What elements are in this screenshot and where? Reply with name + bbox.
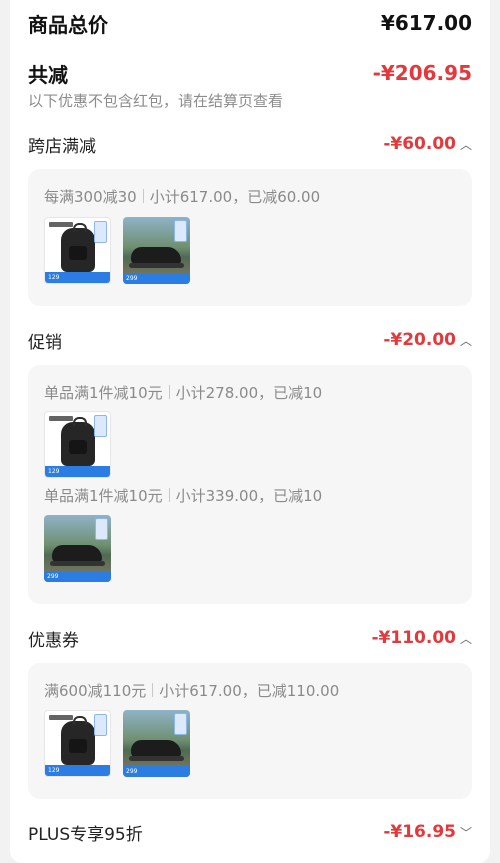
divider bbox=[168, 385, 170, 399]
rule-text: 单品满1件减10元 小计339.00，已减10 bbox=[44, 485, 322, 506]
price-strip: 129 bbox=[45, 765, 110, 776]
section-card-promotion: 单品满1件减10元 小计278.00，已减10 129 单品满1件减10元 小计33… bbox=[28, 365, 472, 604]
promo-tag bbox=[174, 713, 187, 735]
section-header-cross-store[interactable]: 跨店满减 -¥60.00 ︿ bbox=[28, 130, 472, 158]
brand-logo bbox=[49, 715, 73, 720]
rule-subtotal: 小计617.00，已减110.00 bbox=[159, 682, 340, 700]
discount-note: 以下优惠不包含红包，请在结算页查看 bbox=[28, 92, 284, 110]
section-card-cross-store: 每满300减30 小计617.00，已减60.00 129 299 bbox=[28, 169, 472, 306]
product-thumb-backpack[interactable]: 129 bbox=[44, 217, 111, 284]
chevron-up-icon[interactable]: ︿ bbox=[460, 332, 472, 349]
price-strip: 129 bbox=[45, 466, 110, 477]
section-title: 优惠券 bbox=[28, 630, 79, 651]
promo-tag bbox=[174, 220, 187, 242]
section-amount-value: -¥20.00 bbox=[383, 330, 456, 350]
promo-tag bbox=[94, 415, 107, 437]
discount-detail-panel: 商品总价 ¥617.00 共减 -¥206.95 以下优惠不包含红包，请在结算页… bbox=[10, 0, 490, 863]
shoe-image bbox=[50, 545, 105, 566]
brand-logo bbox=[49, 416, 73, 421]
chevron-up-icon[interactable]: ︿ bbox=[460, 630, 472, 647]
section-amount-value: -¥110.00 bbox=[371, 628, 457, 648]
price-strip: 299 bbox=[123, 766, 190, 777]
product-thumb-backpack[interactable]: 129 bbox=[44, 710, 111, 777]
brand-logo bbox=[49, 222, 73, 227]
product-thumb-shoe[interactable]: 299 bbox=[44, 515, 111, 582]
rule-subtotal: 小计278.00，已减10 bbox=[175, 384, 323, 402]
price-strip: 129 bbox=[45, 272, 110, 283]
section-amount: -¥20.00 ︿ bbox=[383, 330, 472, 350]
backpack-image bbox=[61, 223, 95, 272]
backpack-image bbox=[61, 716, 95, 765]
promo-tag bbox=[95, 518, 108, 540]
chevron-up-icon[interactable]: ︿ bbox=[460, 136, 472, 153]
rule-subtotal: 小计339.00，已减10 bbox=[175, 487, 323, 505]
rule-condition: 每满300减30 bbox=[44, 188, 137, 206]
total-label: 商品总价 bbox=[28, 12, 108, 37]
product-thumbnails: 129 bbox=[44, 411, 111, 478]
rule-text: 单品满1件减10元 小计278.00，已减10 bbox=[44, 382, 322, 403]
rule-condition: 满600减110元 bbox=[44, 682, 147, 700]
divider bbox=[168, 488, 170, 502]
rule-condition: 单品满1件减10元 bbox=[44, 384, 163, 402]
product-thumbnails: 129 299 bbox=[44, 217, 190, 284]
rule-text: 每满300减30 小计617.00，已减60.00 bbox=[44, 186, 320, 207]
rule-condition: 单品满1件减10元 bbox=[44, 487, 163, 505]
section-header-plus[interactable]: PLUS专享95折 -¥16.95 ﹀ bbox=[28, 818, 472, 846]
total-value: ¥617.00 bbox=[380, 11, 472, 35]
divider bbox=[142, 189, 144, 203]
promo-tag bbox=[94, 221, 107, 243]
discount-total: -¥206.95 bbox=[372, 61, 472, 85]
product-thumbnails: 299 bbox=[44, 515, 111, 582]
section-title: 跨店满减 bbox=[28, 136, 96, 157]
discount-row: 共减 -¥206.95 bbox=[28, 58, 472, 88]
product-thumb-backpack[interactable]: 129 bbox=[44, 411, 111, 478]
product-thumbnails: 129 299 bbox=[44, 710, 190, 777]
chevron-down-icon[interactable]: ﹀ bbox=[460, 824, 472, 841]
divider bbox=[152, 683, 154, 697]
section-title: 促销 bbox=[28, 332, 62, 353]
price-strip: 299 bbox=[123, 273, 190, 284]
section-header-promotion[interactable]: 促销 -¥20.00 ︿ bbox=[28, 326, 472, 354]
discount-label: 共减 bbox=[28, 62, 68, 87]
product-thumb-shoe[interactable]: 299 bbox=[123, 217, 190, 284]
section-amount: -¥60.00 ︿ bbox=[383, 134, 472, 154]
section-title: PLUS专享95折 bbox=[28, 824, 143, 845]
promo-tag bbox=[94, 714, 107, 736]
backpack-image bbox=[61, 417, 95, 466]
section-header-coupon[interactable]: 优惠券 -¥110.00 ︿ bbox=[28, 624, 472, 652]
section-card-coupon: 满600减110元 小计617.00，已减110.00 129 299 bbox=[28, 663, 472, 799]
total-row: 商品总价 ¥617.00 bbox=[28, 6, 472, 40]
shoe-image bbox=[129, 740, 184, 761]
rule-text: 满600减110元 小计617.00，已减110.00 bbox=[44, 680, 339, 701]
section-amount-value: -¥60.00 bbox=[383, 134, 456, 154]
section-amount: -¥110.00 ︿ bbox=[372, 628, 473, 648]
section-amount: -¥16.95 ﹀ bbox=[383, 822, 472, 842]
shoe-image bbox=[129, 247, 184, 268]
price-strip: 299 bbox=[44, 571, 111, 582]
rule-subtotal: 小计617.00，已减60.00 bbox=[149, 188, 321, 206]
product-thumb-shoe[interactable]: 299 bbox=[123, 710, 190, 777]
section-amount-value: -¥16.95 bbox=[383, 822, 456, 842]
